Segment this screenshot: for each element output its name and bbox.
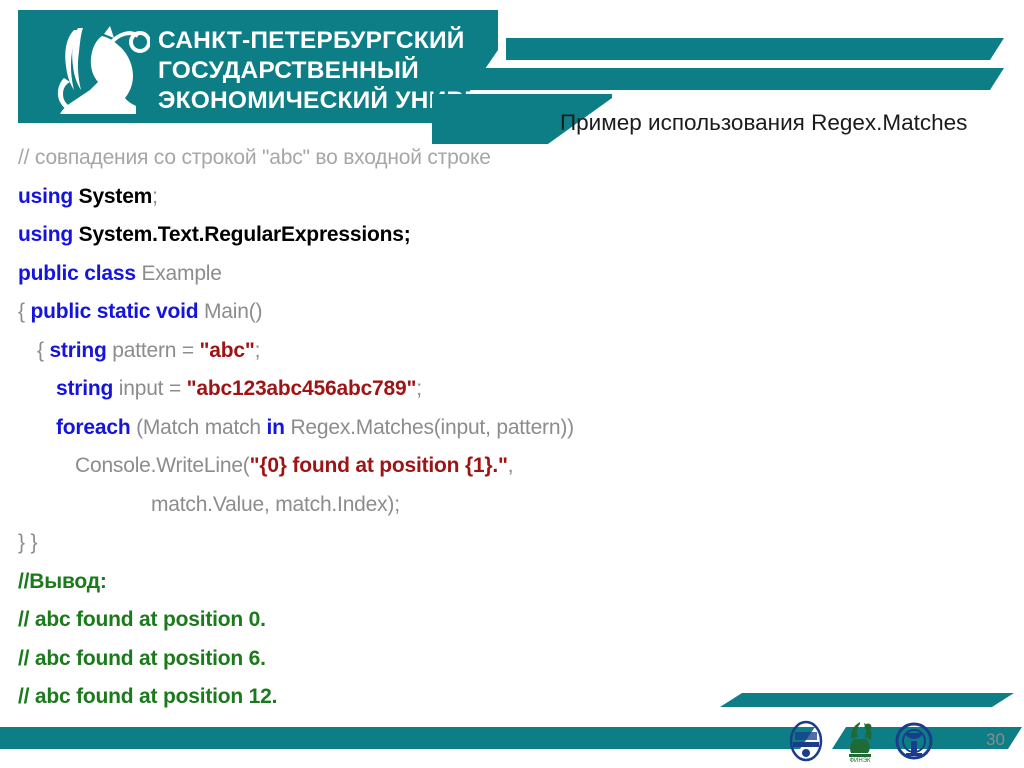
page-number: 30 — [986, 730, 1005, 749]
code-token-str: "abc123abc456abc789" — [186, 377, 417, 400]
footer-accent-bar — [0, 727, 815, 749]
code-line: string input = "abc123abc456abc789"; — [56, 377, 422, 401]
code-token-kw: public class — [18, 261, 142, 285]
code-token-kw: foreach — [56, 415, 137, 439]
code-line: public class Example — [18, 262, 222, 286]
code-token-pun: } } — [18, 531, 38, 554]
code-line: // совпадения со строкой "abc" во входно… — [18, 146, 491, 170]
code-line: using System.Text.RegularExpressions; — [18, 223, 411, 247]
code-token-id: match.Value, match.Index); — [151, 492, 400, 516]
code-token-cmt: // совпадения со строкой "abc" во входно… — [18, 146, 491, 169]
slide-title-container: Пример использования Regex.Matches — [560, 102, 1024, 144]
code-line: match.Value, match.Index); — [151, 493, 400, 517]
code-token-out: //Вывод: — [18, 569, 107, 593]
page-title: Пример использования Regex.Matches — [560, 110, 968, 135]
svg-text:ФИНЭК: ФИНЭК — [849, 758, 871, 763]
griffin-logo-icon — [44, 18, 151, 118]
footer-accent-angle — [720, 693, 1014, 707]
header-accent-bar-bottom — [470, 68, 1004, 90]
code-token-kw: string — [49, 338, 113, 362]
code-token-out: // abc found at position 0. — [18, 608, 266, 631]
code-line: Console.WriteLine("{0} found at position… — [75, 454, 514, 478]
code-line: using System; — [18, 185, 158, 209]
inzhekon-logo-icon — [784, 719, 828, 763]
code-listing: // совпадения со строкой "abc" во входно… — [0, 140, 1024, 708]
code-line: { string pattern = "abc"; — [37, 339, 260, 363]
code-token-blk: System.Text.RegularExpressions; — [78, 223, 411, 246]
header-accent-bar-top — [506, 38, 1004, 60]
finek-logo-icon: ФИНЭК — [838, 719, 882, 764]
code-token-kw: using — [18, 184, 79, 208]
code-token-id: (Match match — [136, 415, 267, 439]
code-token-pun: ; — [416, 377, 422, 400]
code-line: // abc found at position 0. — [18, 608, 266, 632]
code-token-str: "{0} found at position {1}." — [249, 454, 508, 477]
code-token-pun: { — [37, 338, 50, 362]
code-token-pun: ; — [152, 184, 158, 208]
code-token-str: "abc" — [199, 338, 255, 362]
code-line: } } — [18, 531, 37, 555]
code-token-pun: { — [18, 300, 31, 323]
code-token-id: Main() — [204, 300, 263, 323]
code-line: { public static void Main() — [18, 300, 263, 324]
spbguef-logo-icon — [892, 719, 936, 763]
code-token-pun: ; — [254, 338, 261, 362]
code-token-id: , — [507, 454, 514, 477]
university-logo-block: САНКТ-ПЕТЕРБУРГСКИЙ ГОСУДАРСТВЕННЫЙ ЭКОН… — [18, 10, 498, 123]
code-token-kw: in — [266, 415, 291, 439]
footer-logo-group: ФИНЭК — [784, 718, 944, 764]
code-token-kw: using — [18, 223, 79, 246]
code-token-kw: string — [56, 377, 119, 400]
slide-header: САНКТ-ПЕТЕРБУРГСКИЙ ГОСУДАРСТВЕННЫЙ ЭКОН… — [0, 10, 1024, 144]
code-line: //Вывод: — [18, 570, 107, 594]
code-line: // abc found at position 6. — [18, 647, 266, 671]
code-token-id: Regex.Matches(input, pattern)) — [290, 415, 574, 439]
code-token-id: Example — [141, 261, 222, 285]
code-token-id: Console.WriteLine( — [75, 454, 250, 477]
code-token-out: // abc found at position 6. — [18, 646, 266, 670]
code-token-kw: public static void — [30, 300, 205, 323]
code-token-id: pattern = — [112, 338, 200, 362]
code-line: foreach (Match match in Regex.Matches(in… — [56, 416, 574, 440]
code-token-id: input = — [118, 377, 187, 400]
code-token-blk: System — [78, 184, 153, 208]
